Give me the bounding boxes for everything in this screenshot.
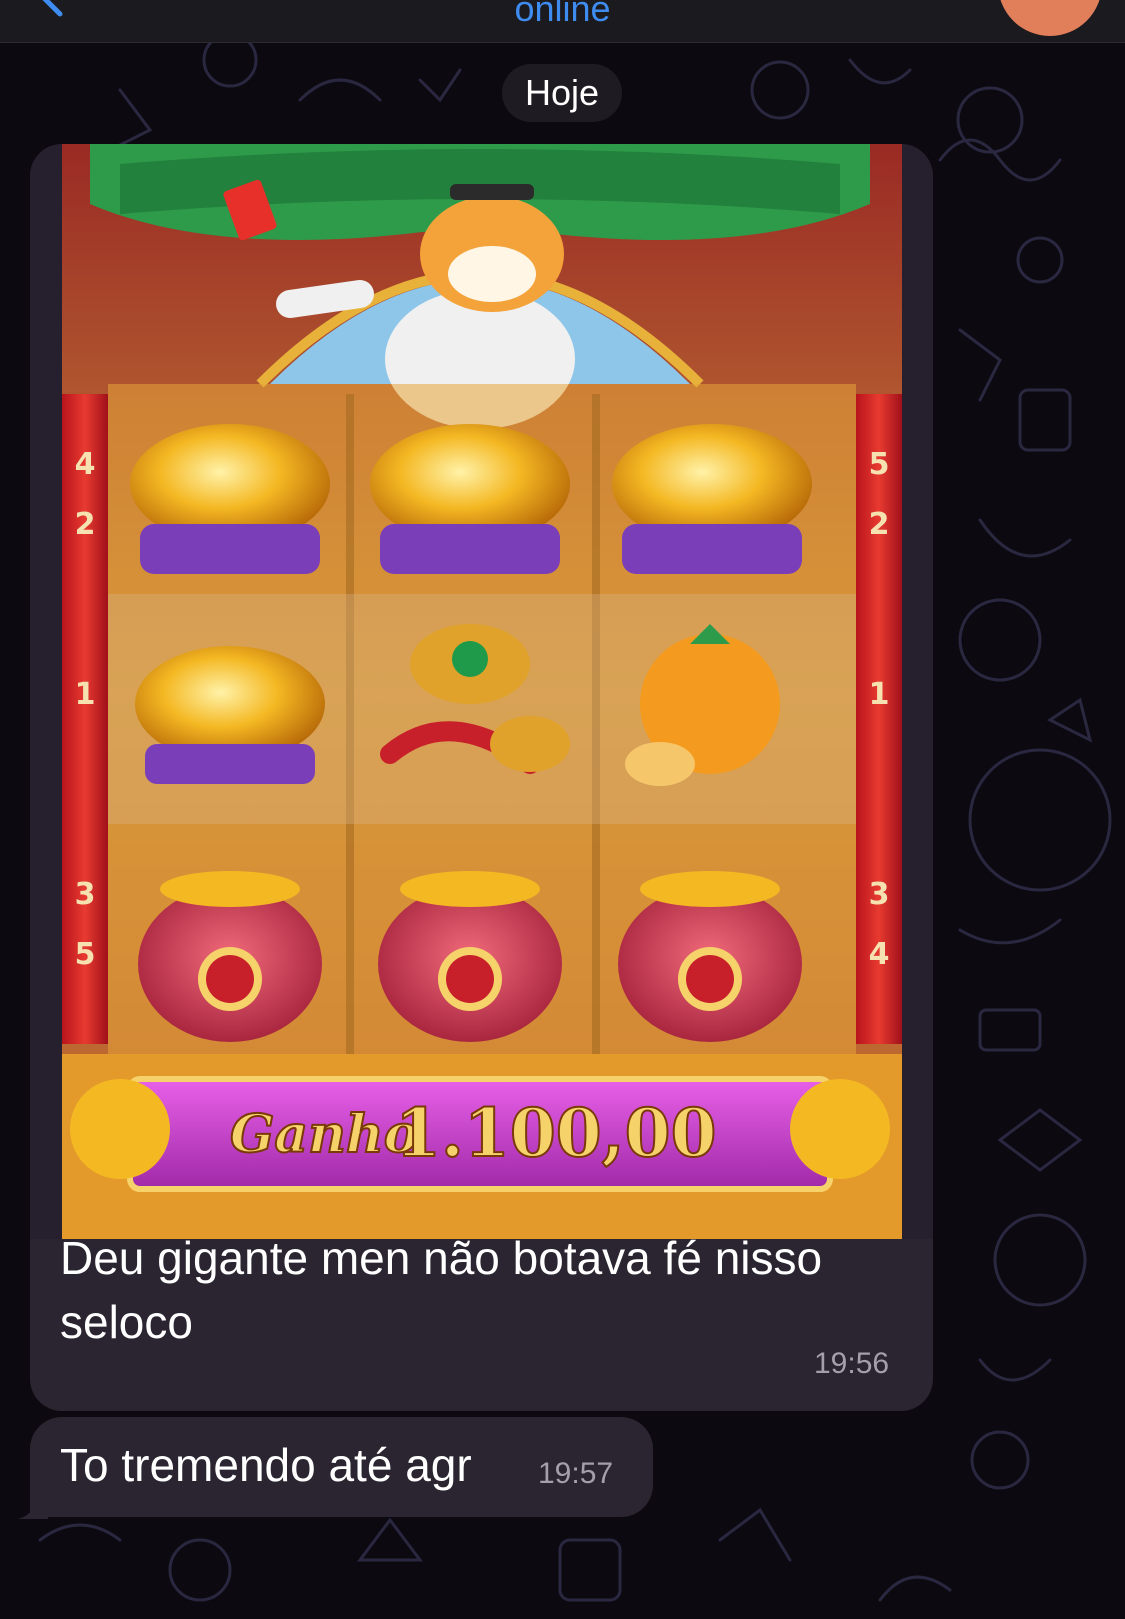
right-pillar-number: 1: [869, 677, 890, 712]
contact-status: online: [514, 0, 611, 29]
left-pillar-number: 4: [75, 447, 96, 482]
date-separator: Hoje: [502, 64, 622, 122]
left-pillar-number: 2: [75, 507, 96, 542]
bubble-tail-icon: [18, 1497, 48, 1519]
message-text: Deu gigante men não botava fé nisso selo…: [60, 1226, 822, 1354]
message-text-line1: Deu gigante men não botava fé nisso: [60, 1232, 823, 1284]
gold-ingot-symbol: [130, 424, 330, 574]
gold-ingot-symbol: [370, 424, 570, 574]
message-bubble-text[interactable]: To tremendo até agr 19:57: [30, 1417, 653, 1517]
message-text: To tremendo até agr: [60, 1439, 472, 1491]
gold-ingot-symbol: [135, 646, 325, 784]
chat-header: online: [0, 0, 1125, 43]
win-label: Ganho: [230, 1104, 418, 1165]
right-pillar-number: 4: [869, 937, 890, 972]
right-pillar-number: 5: [869, 447, 890, 482]
win-amount: 1.100,00: [395, 1094, 717, 1172]
message-text-line2: seloco: [60, 1296, 193, 1348]
message-time: 19:56: [814, 1347, 890, 1380]
gold-ingot-symbol: [612, 424, 812, 574]
message-bubble-photo[interactable]: Ganho 1.100,00 4 2 1 3 5 5 2 1 3 4 Deu gigante me…: [30, 144, 933, 1411]
left-pillar-number: 5: [75, 937, 96, 972]
slot-game-screenshot[interactable]: Ganho 1.100,00 4 2 1 3 5 5 2 1 3 4: [30, 144, 933, 1239]
message-time: 19:57: [538, 1457, 614, 1490]
right-pillar-number: 3: [869, 877, 890, 912]
left-pillar-number: 3: [75, 877, 96, 912]
right-pillar-number: 2: [869, 507, 890, 542]
left-pillar-number: 1: [75, 677, 96, 712]
avatar[interactable]: [998, 0, 1102, 36]
